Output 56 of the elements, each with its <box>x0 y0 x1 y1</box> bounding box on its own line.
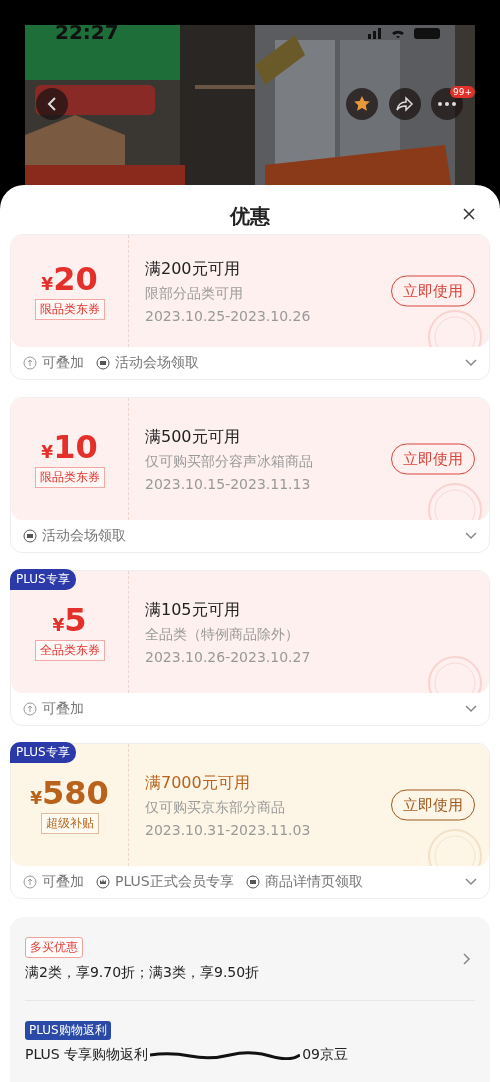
coupon-amount: ¥10 <box>41 430 98 463</box>
promo-text: PLUS 专享购物返利 <box>25 1046 149 1064</box>
sheet-title: 优惠 <box>230 202 270 230</box>
promo-text: 09京豆 <box>302 1046 348 1064</box>
more-icon <box>438 102 456 106</box>
coupon-condition: 满7000元可用 <box>145 772 251 794</box>
crown-icon <box>96 875 110 889</box>
plus-badge: PLUS专享 <box>10 742 76 763</box>
promo-badge: PLUS购物返利 <box>25 1021 111 1040</box>
coupon-scope: 仅可购买京东部分商品 <box>145 798 285 817</box>
coupon-tag: 活动会场领取 <box>115 354 199 372</box>
chevron-down-icon[interactable] <box>465 705 477 713</box>
coupon-scope: 仅可购买部分容声冰箱商品 <box>145 452 313 471</box>
back-icon <box>46 96 58 112</box>
coupon-condition: 满105元可用 <box>145 599 241 621</box>
coupon-validity: 2023.10.25-2023.10.26 <box>145 307 311 324</box>
battery-icon <box>414 28 440 39</box>
promo-text: 满2类，享9.70折；满3类，享9.50折 <box>25 964 260 982</box>
stack-icon <box>23 875 37 889</box>
coupon-tag: 活动会场领取 <box>42 527 126 545</box>
coupon-type-label: 超级补贴 <box>40 812 99 834</box>
ticket-icon <box>245 875 260 889</box>
chevron-down-icon[interactable] <box>465 359 477 367</box>
coupon-validity: 2023.10.26-2023.10.27 <box>145 648 311 665</box>
coupon-tag: 商品详情页领取 <box>264 873 363 891</box>
stack-icon <box>23 356 37 370</box>
ticket-icon <box>96 356 110 370</box>
plus-badge: PLUS专享 <box>10 569 76 590</box>
coupon-scope: 全品类（特例商品除外） <box>145 625 299 644</box>
coupon-amount: ¥5 <box>52 603 87 636</box>
chevron-down-icon[interactable] <box>465 878 477 886</box>
coupon-tag: 可叠加 <box>42 873 84 891</box>
coupon-type-label: 限品类东券 <box>34 466 105 488</box>
share-icon <box>396 96 414 112</box>
coupon-amount: ¥580 <box>30 776 109 809</box>
stack-icon <box>23 702 37 716</box>
coupon-tag: 可叠加 <box>42 700 84 718</box>
ticket-icon <box>23 529 37 543</box>
coupon-scope: 限部分品类可用 <box>145 284 243 303</box>
signal-icon <box>368 28 381 39</box>
star-icon <box>353 95 371 113</box>
chevron-down-icon[interactable] <box>465 532 477 540</box>
coupon-validity: 2023.10.15-2023.11.13 <box>145 475 311 492</box>
coupon-tag: 可叠加 <box>42 354 84 372</box>
coupon-validity: 2023.10.31-2023.11.03 <box>145 821 311 838</box>
coupon-condition: 满200元可用 <box>145 258 241 280</box>
coupon-amount: ¥20 <box>41 262 98 295</box>
coupon-condition: 满500元可用 <box>145 426 241 448</box>
wifi-icon <box>392 30 404 38</box>
notification-badge: 99+ <box>450 86 475 98</box>
coupon-type-label: 限品类东券 <box>34 298 105 320</box>
status-time: 22:27 <box>55 20 119 44</box>
coupon-tag: PLUS正式会员专享 <box>115 873 234 891</box>
coupon-type-label: 全品类东券 <box>34 639 105 661</box>
promo-badge: 多买优惠 <box>25 937 83 958</box>
chevron-right-icon[interactable] <box>463 953 471 965</box>
